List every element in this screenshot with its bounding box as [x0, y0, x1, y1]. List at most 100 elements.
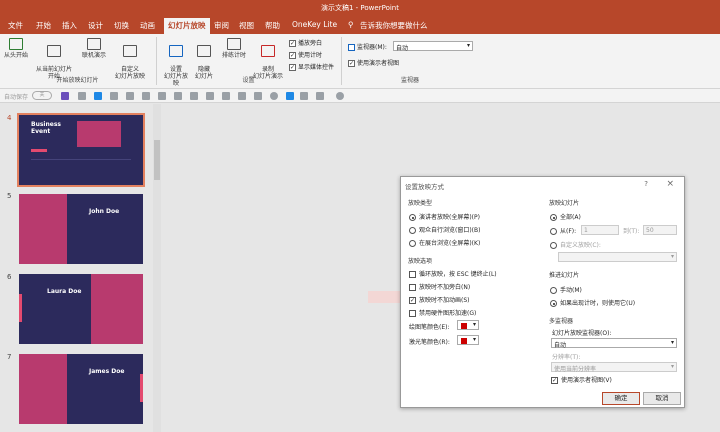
- resolution-label: 分辨率(T):: [552, 354, 581, 361]
- present-online-icon: [87, 38, 101, 50]
- slide-thumb-7[interactable]: James Doe: [19, 354, 143, 424]
- laser-color-picker[interactable]: ▾: [457, 335, 479, 345]
- radio-button: [409, 240, 416, 247]
- undo-icon[interactable]: [78, 92, 86, 100]
- save-icon[interactable]: [61, 92, 69, 100]
- no-animation-checkbox[interactable]: ✓ 放映时不加动画(S): [409, 295, 470, 304]
- tab-transitions[interactable]: 切换: [114, 20, 129, 31]
- tab-file[interactable]: 文件: [8, 20, 23, 31]
- quick-access-toolbar: 自动保存 关: [0, 89, 720, 103]
- radio-all-slides[interactable]: 全部(A): [550, 212, 581, 221]
- align-top-icon[interactable]: [222, 92, 230, 100]
- custom-show-button[interactable]: 自定义 幻灯片放映: [112, 38, 148, 80]
- format-icon[interactable]: [142, 92, 150, 100]
- radio-manual[interactable]: 手动(M): [550, 285, 582, 294]
- disable-hw-accel-checkbox[interactable]: 禁用硬件图形加速(G): [409, 308, 476, 317]
- chevron-down-icon: ▾: [670, 363, 674, 370]
- slide-thumb-4[interactable]: Business Event: [17, 113, 145, 187]
- arrange-icon[interactable]: [316, 92, 324, 100]
- shape-icon[interactable]: [270, 92, 278, 100]
- record-icon: [261, 45, 275, 57]
- redo-icon[interactable]: [94, 92, 102, 100]
- custom-show-select[interactable]: ▾: [558, 252, 677, 262]
- group-icon[interactable]: [300, 92, 308, 100]
- help-icon[interactable]: ?: [644, 180, 648, 188]
- no-narration-checkbox[interactable]: 放映时不加旁白(N): [409, 282, 470, 291]
- use-presenter-view-checkbox[interactable]: ✓ 使用演示者视图(V): [551, 375, 612, 384]
- slide-number: 5: [7, 192, 12, 200]
- to-input[interactable]: 50: [643, 225, 677, 235]
- dialog-title: 设置放映方式: [405, 183, 444, 191]
- group-start-label: 开始放映幻灯片: [56, 77, 99, 84]
- align-right-icon[interactable]: [190, 92, 198, 100]
- textbox-icon[interactable]: [286, 92, 294, 100]
- tab-animations[interactable]: 动画: [140, 20, 155, 31]
- rehearse-button[interactable]: 排练计时: [220, 38, 248, 59]
- thumbnails-scrollbar[interactable]: [153, 104, 161, 432]
- radio-button: [550, 214, 557, 221]
- tab-review[interactable]: 审阅: [214, 20, 229, 31]
- record-button[interactable]: 录制 幻灯片演示: [250, 38, 286, 80]
- resolution-select[interactable]: 使用当前分辨率 ▾: [551, 362, 677, 373]
- radio-from-slides[interactable]: 从(F):: [550, 226, 576, 235]
- slide-number: 4: [7, 114, 12, 122]
- slide-number: 7: [7, 353, 12, 361]
- tab-help[interactable]: 帮助: [265, 20, 280, 31]
- tab-home[interactable]: 开始: [36, 20, 51, 31]
- radio-button: [550, 287, 557, 294]
- ribbon-tabs: 文件 开始 插入 设计 切换 动画 幻灯片放映 审阅 视图 帮助 OneKey …: [0, 16, 720, 34]
- autosave-toggle[interactable]: 关: [32, 91, 52, 100]
- distribute-icon[interactable]: [206, 92, 214, 100]
- present-icon[interactable]: [110, 92, 118, 100]
- play-narration-checkbox[interactable]: ✓ 播放旁白: [289, 38, 322, 47]
- chevron-down-icon: ▾: [670, 339, 674, 346]
- chevron-down-icon: ▾: [472, 321, 476, 328]
- search-icon[interactable]: ⚲: [348, 20, 354, 29]
- slideshow-monitor-select[interactable]: 自动 ▾: [551, 338, 677, 349]
- slide-thumb-6[interactable]: Laura Doe: [19, 274, 143, 344]
- pen-color-picker[interactable]: ▾: [457, 320, 479, 330]
- align-bottom-icon[interactable]: [254, 92, 262, 100]
- radio-use-timings[interactable]: 如果出现计时，则使用它(U): [550, 298, 635, 307]
- radio-window[interactable]: 观众自行浏览(窗口)(B): [409, 225, 480, 234]
- align-middle-icon[interactable]: [238, 92, 246, 100]
- slide-title: John Doe: [89, 208, 120, 215]
- slide-number: 6: [7, 273, 12, 281]
- tab-slideshow[interactable]: 幻灯片放映: [164, 18, 210, 34]
- use-timings-checkbox[interactable]: ✓ 使用计时: [289, 50, 322, 59]
- hide-slide-button[interactable]: 隐藏 幻灯片: [192, 38, 216, 80]
- online-present-button[interactable]: 联机演示: [78, 38, 110, 59]
- loop-checkbox[interactable]: 循环放映，按 ESC 键终止(L): [409, 269, 497, 278]
- ok-button[interactable]: 确定: [602, 392, 640, 405]
- radio-presenter[interactable]: 演讲者放映(全屏幕)(P): [409, 212, 480, 221]
- scroll-thumb[interactable]: [154, 140, 160, 180]
- align-icon[interactable]: [158, 92, 166, 100]
- presenter-view-checkbox[interactable]: ✓ 使用演示者视图: [348, 58, 399, 67]
- more-icon[interactable]: [336, 92, 344, 100]
- show-media-checkbox[interactable]: ✓ 显示媒体控件: [289, 62, 334, 71]
- radio-kiosk[interactable]: 在展台浏览(全屏幕)(K): [409, 238, 480, 247]
- close-icon[interactable]: ×: [666, 179, 674, 189]
- chevron-down-icon: ▾: [670, 253, 674, 260]
- tab-view[interactable]: 视图: [239, 20, 254, 31]
- from-current-button[interactable]: 从当前幻灯片 开始: [33, 38, 75, 80]
- window-title: 演示文稿1 - PowerPoint: [321, 4, 399, 12]
- hide-slide-icon: [197, 45, 211, 57]
- from-start-button[interactable]: 从头开始: [4, 38, 28, 59]
- tab-insert[interactable]: 插入: [62, 20, 77, 31]
- pen-icon: [461, 323, 467, 329]
- pen-color-label: 绘图笔颜色(E):: [409, 324, 450, 331]
- radio-custom-show[interactable]: 自定义放映(C):: [550, 240, 601, 249]
- tab-design[interactable]: 设计: [88, 20, 103, 31]
- slide-image: [19, 194, 67, 264]
- from-input[interactable]: 1: [581, 225, 619, 235]
- tab-onekey[interactable]: OneKey Lite: [292, 20, 337, 29]
- align-center-icon[interactable]: [174, 92, 182, 100]
- monitor-select[interactable]: 自动 ▾: [393, 41, 473, 52]
- slide-thumb-5[interactable]: John Doe: [19, 194, 143, 264]
- touch-icon[interactable]: [126, 92, 134, 100]
- autosave-label: 自动保存: [4, 94, 29, 101]
- radio-button: [550, 228, 557, 235]
- search-box[interactable]: 告诉我你想要做什么: [360, 20, 428, 31]
- cancel-button[interactable]: 取消: [643, 392, 681, 405]
